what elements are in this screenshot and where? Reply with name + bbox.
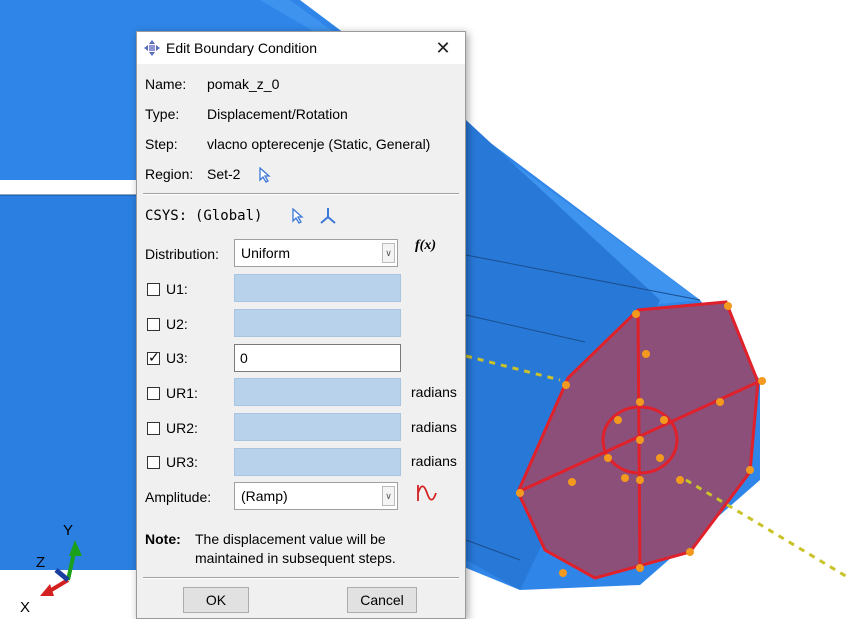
ur2-field[interactable] — [234, 413, 401, 441]
distribution-value: Uniform — [241, 245, 291, 261]
close-button[interactable]: ✕ — [421, 32, 465, 64]
name-value: pomak_z_0 — [207, 76, 280, 92]
region-select-arrow-icon[interactable] — [258, 167, 272, 183]
amplitude-create-icon[interactable] — [415, 482, 439, 504]
u3-label: U3: — [166, 350, 188, 366]
u2-label: U2: — [166, 316, 188, 332]
fx-button[interactable]: f(x) — [415, 238, 436, 254]
close-icon: ✕ — [435, 38, 451, 58]
csys-value: (Global) — [195, 208, 263, 224]
u1-checkbox[interactable] — [147, 283, 160, 296]
triad-x-label: X — [20, 599, 30, 616]
cancel-button[interactable]: Cancel — [347, 587, 417, 613]
triad-z-label: Z — [36, 554, 45, 571]
amplitude-value: (Ramp) — [241, 488, 288, 504]
note-line-1: The displacement value will be — [195, 531, 386, 547]
ur3-unit: radians — [411, 453, 457, 469]
ok-button[interactable]: OK — [183, 587, 249, 613]
step-label: Step: — [145, 136, 178, 152]
amplitude-label: Amplitude: — [145, 489, 212, 505]
ur2-label: UR2: — [166, 420, 198, 436]
step-value: vlacno opterecenje (Static, General) — [207, 136, 431, 152]
csys-label: CSYS: — [145, 208, 188, 224]
ur1-checkbox[interactable] — [147, 387, 160, 400]
ur1-field[interactable] — [234, 378, 401, 406]
csys-select-arrow-icon[interactable] — [291, 208, 305, 224]
u1-field[interactable] — [234, 274, 401, 302]
u3-field[interactable]: 0 — [234, 344, 401, 372]
ur3-field[interactable] — [234, 448, 401, 476]
chevron-down-icon: ∨ — [382, 486, 395, 506]
separator — [143, 577, 459, 579]
distribution-select[interactable]: Uniform ∨ — [234, 239, 398, 267]
ur3-label: UR3: — [166, 454, 198, 470]
ur2-unit: radians — [411, 419, 457, 435]
ur2-checkbox[interactable] — [147, 422, 160, 435]
distribution-label: Distribution: — [145, 246, 219, 262]
u1-label: U1: — [166, 281, 188, 297]
u2-checkbox[interactable] — [147, 318, 160, 331]
region-label: Region: — [145, 166, 194, 182]
bc-dialog-icon — [144, 40, 160, 56]
dialog-title: Edit Boundary Condition — [166, 40, 317, 56]
edit-boundary-condition-dialog: Edit Boundary Condition ✕ Name: pomak_z_… — [136, 31, 466, 619]
csys-create-icon[interactable] — [319, 207, 337, 225]
u3-checkbox[interactable]: ✓ — [147, 349, 160, 365]
ur1-unit: radians — [411, 384, 457, 400]
note-line-2: maintained in subsequent steps. — [195, 550, 396, 566]
chevron-down-icon: ∨ — [382, 243, 395, 263]
ur1-label: UR1: — [166, 385, 198, 401]
amplitude-select[interactable]: (Ramp) ∨ — [234, 482, 398, 510]
type-label: Type: — [145, 106, 180, 122]
axis-line-lower — [685, 478, 849, 580]
note-label: Note: — [145, 531, 181, 547]
dialog-titlebar[interactable]: Edit Boundary Condition ✕ — [137, 32, 465, 64]
ur3-checkbox[interactable] — [147, 456, 160, 469]
region-value: Set-2 — [207, 166, 241, 182]
separator — [143, 193, 459, 195]
u2-field[interactable] — [234, 309, 401, 337]
name-label: Name: — [145, 76, 187, 92]
type-value: Displacement/Rotation — [207, 106, 348, 122]
checkmark-icon: ✓ — [148, 349, 160, 365]
triad-y-label: Y — [63, 522, 73, 539]
